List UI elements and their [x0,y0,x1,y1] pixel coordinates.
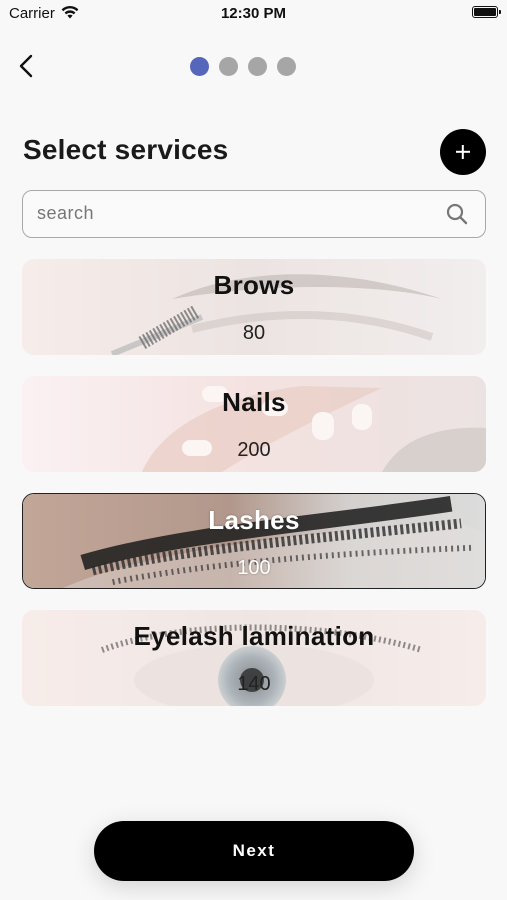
service-price: 200 [237,439,271,461]
service-price: 100 [237,557,271,579]
service-card-eyelash-lamination[interactable]: Eyelash lamination 140 [22,610,486,706]
service-name: Eyelash lamination [133,621,375,651]
step-dot-4 [277,57,296,76]
service-price: 80 [242,322,266,344]
service-name: Nails [222,387,286,417]
search-icon[interactable] [445,202,469,226]
back-button[interactable] [14,52,42,80]
chevron-left-icon [19,54,33,78]
status-bar: Carrier 12:30 PM [0,0,507,28]
service-card-nails[interactable]: Nails 200 [22,376,486,472]
step-indicator [190,57,296,76]
step-dot-2 [219,57,238,76]
page-title: Select services [23,134,229,165]
search-box [22,190,486,238]
services-list: Brows 80 Nails 200 Lashes 100 Eyelash la… [22,259,486,727]
step-dot-3 [248,57,267,76]
status-time: 12:30 PM [220,5,287,22]
step-dot-1 [190,57,209,76]
battery-icon [472,6,501,18]
service-name: Brows [213,270,295,300]
service-card-brows[interactable]: Brows 80 [22,259,486,355]
service-card-lashes[interactable]: Lashes 100 [22,493,486,589]
service-name: Lashes [208,505,300,535]
service-price: 140 [237,673,271,695]
add-service-button[interactable] [440,129,486,175]
search-input[interactable] [37,191,437,236]
next-button[interactable]: Next [94,821,414,881]
